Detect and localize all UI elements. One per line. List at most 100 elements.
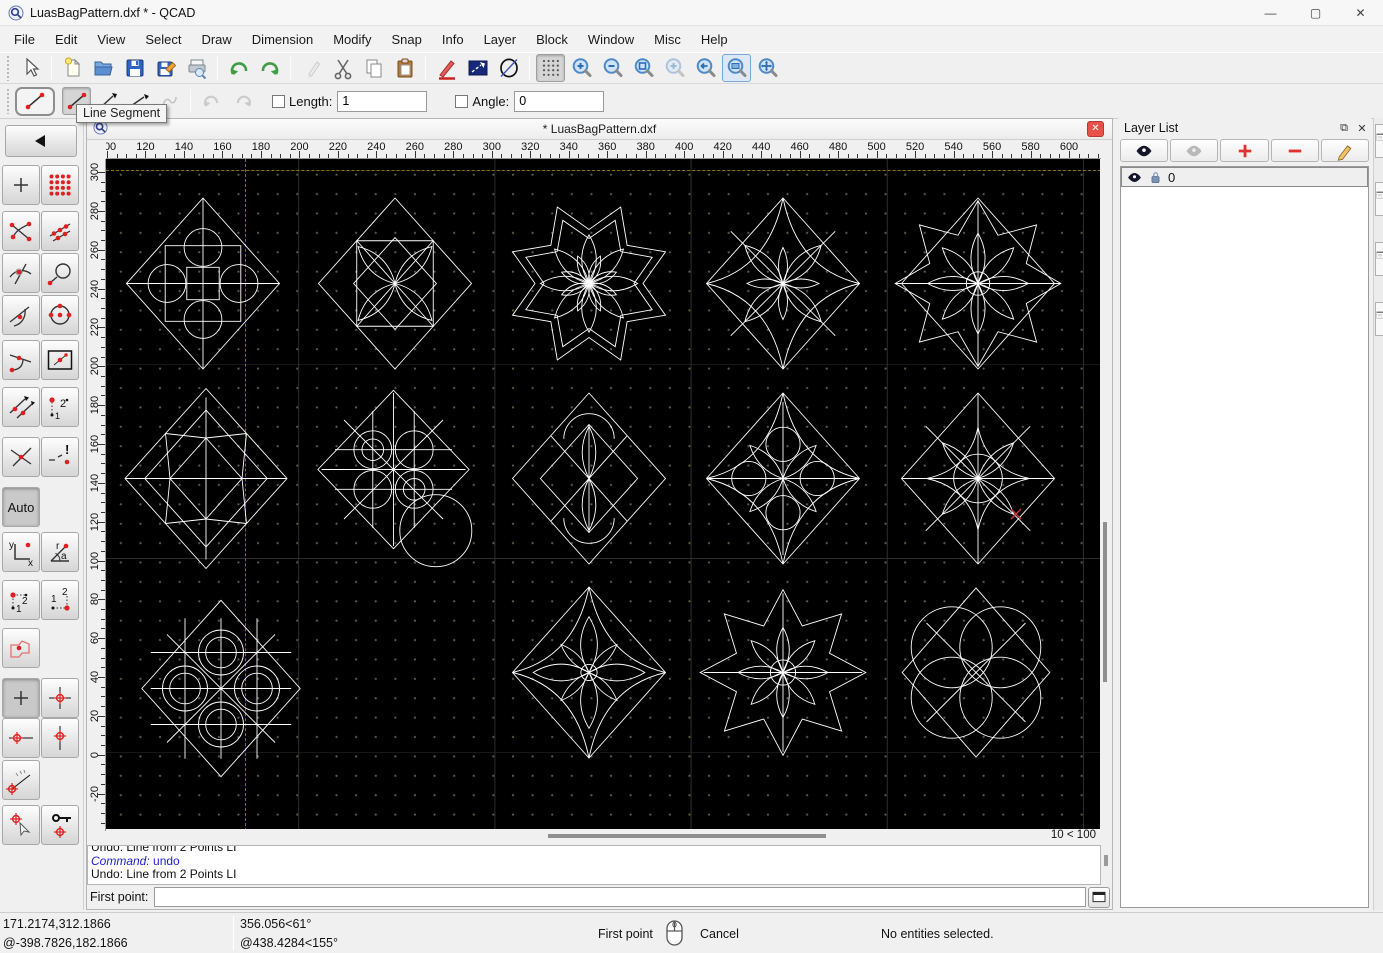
vertical-scrollbar[interactable] xyxy=(1100,159,1111,831)
open-file-button[interactable] xyxy=(89,54,118,82)
collapsed-dock-button-1[interactable] xyxy=(1375,124,1383,158)
restrict-angle-button[interactable] xyxy=(2,760,40,800)
set-relative-zero-button[interactable] xyxy=(2,805,40,845)
restrict-region-button[interactable] xyxy=(2,628,40,668)
menu-info[interactable]: Info xyxy=(432,28,474,51)
snap-tangent-button[interactable] xyxy=(2,295,40,335)
document-titlebar[interactable]: * LuasBagPattern.dxf ✕ xyxy=(87,119,1112,140)
menu-snap[interactable]: Snap xyxy=(382,28,432,51)
cut-button[interactable] xyxy=(328,54,357,82)
draw-color-button[interactable] xyxy=(432,54,461,82)
collapsed-dock-button-2[interactable] xyxy=(1375,182,1383,216)
h-ruler-tick xyxy=(280,154,282,158)
snap-endpoints-button[interactable] xyxy=(2,211,40,251)
snap-grid-button[interactable] xyxy=(41,165,79,205)
h-ruler-tick xyxy=(770,154,772,158)
snap-center-button[interactable] xyxy=(41,295,79,335)
close-button[interactable]: ✕ xyxy=(1338,0,1383,26)
collapsed-dock-button-3[interactable] xyxy=(1375,242,1383,276)
toolbar-grip[interactable] xyxy=(6,55,11,81)
menu-dimension[interactable]: Dimension xyxy=(242,28,323,51)
drawing-canvas[interactable] xyxy=(106,159,1101,831)
lineweight-button[interactable] xyxy=(463,54,492,82)
copy-button[interactable] xyxy=(359,54,388,82)
snap-auto-button[interactable]: Auto xyxy=(2,487,40,527)
zoom-previous-button[interactable] xyxy=(691,54,720,82)
paste-button[interactable] xyxy=(390,54,419,82)
snap-perpendicular-button[interactable] xyxy=(2,340,40,380)
snap-entity-button[interactable] xyxy=(41,253,79,293)
menu-layer[interactable]: Layer xyxy=(474,28,527,51)
save-as-button[interactable] xyxy=(151,54,180,82)
redo-button[interactable] xyxy=(255,54,284,82)
coordinate-polar-button[interactable]: ra xyxy=(41,532,79,572)
snap-intersection-manual-button[interactable]: ! xyxy=(41,437,79,477)
menu-window[interactable]: Window xyxy=(578,28,644,51)
menu-misc[interactable]: Misc xyxy=(644,28,691,51)
restrict-orthogonal-button[interactable] xyxy=(41,678,79,718)
zoom-window-button[interactable] xyxy=(722,54,751,82)
new-file-button[interactable] xyxy=(58,54,87,82)
zoom-pan-button[interactable] xyxy=(753,54,782,82)
restrict-horizontal-button[interactable] xyxy=(2,718,40,758)
save-button[interactable] xyxy=(120,54,149,82)
zoom-in-disabled-button[interactable] xyxy=(660,54,689,82)
snap-intersection-auto-button[interactable] xyxy=(2,437,40,477)
command-dock-toggle-icon[interactable] xyxy=(1088,886,1110,908)
snap-free-button[interactable] xyxy=(2,165,40,205)
show-all-layers-button[interactable] xyxy=(1120,139,1169,162)
hide-all-layers-button[interactable] xyxy=(1170,139,1219,162)
coordinate-relative-button[interactable]: 12 xyxy=(2,580,40,620)
document-close-icon[interactable]: ✕ xyxy=(1087,121,1104,137)
snap-distance-button[interactable]: 21 xyxy=(41,387,79,427)
linetype-ellipse-button[interactable] xyxy=(494,54,523,82)
add-layer-button[interactable] xyxy=(1220,139,1269,162)
coordinate-cartesian-button[interactable]: yx xyxy=(2,532,40,572)
float-panel-icon[interactable]: ⧉ xyxy=(1335,120,1353,136)
menu-modify[interactable]: Modify xyxy=(323,28,381,51)
maximize-button[interactable]: ▢ xyxy=(1293,0,1338,26)
length-checkbox[interactable] xyxy=(272,94,285,108)
toolbar-grip[interactable] xyxy=(6,88,11,114)
zoom-in-button[interactable] xyxy=(567,54,596,82)
command-history[interactable]: Undo: Line from 2 Points LI Command: undo… xyxy=(87,845,1101,885)
minimize-button[interactable]: — xyxy=(1248,0,1293,26)
lock-relative-zero-button[interactable] xyxy=(41,805,79,845)
zoom-out-button[interactable] xyxy=(598,54,627,82)
grid-toggle-button[interactable] xyxy=(536,54,565,82)
edit-pen-button[interactable] xyxy=(297,54,326,82)
snap-on-entity-button[interactable] xyxy=(41,211,79,251)
menu-edit[interactable]: Edit xyxy=(45,28,87,51)
restrict-vertical-button[interactable] xyxy=(41,718,79,758)
angle-input[interactable] xyxy=(514,90,605,112)
snap-intersection-button[interactable] xyxy=(2,253,40,293)
snap-reference-button[interactable] xyxy=(41,340,79,380)
menu-select[interactable]: Select xyxy=(135,28,191,51)
cursor-button[interactable] xyxy=(16,54,45,82)
layer-row-0[interactable]: 0 xyxy=(1121,167,1368,187)
seg-redo-button[interactable] xyxy=(228,87,257,115)
restrict-none-button[interactable] xyxy=(2,678,40,718)
undo-button[interactable] xyxy=(224,54,253,82)
length-input[interactable] xyxy=(337,90,428,112)
collapse-palette-button[interactable] xyxy=(5,125,77,157)
command-input[interactable] xyxy=(154,887,1086,907)
close-panel-icon[interactable]: ✕ xyxy=(1353,120,1371,136)
menu-draw[interactable]: Draw xyxy=(191,28,241,51)
command-history-scrollbar[interactable] xyxy=(1101,847,1111,883)
snap-parallel-button[interactable] xyxy=(2,387,40,427)
zoom-auto-button[interactable] xyxy=(629,54,658,82)
seg-undo-button[interactable] xyxy=(197,87,226,115)
menu-file[interactable]: File xyxy=(4,28,45,51)
coordinate-relative-polar-button[interactable]: 12 xyxy=(41,580,79,620)
menu-view[interactable]: View xyxy=(87,28,135,51)
menu-help[interactable]: Help xyxy=(691,28,738,51)
collapsed-dock-button-4[interactable] xyxy=(1375,302,1383,336)
remove-layer-button[interactable] xyxy=(1270,139,1319,162)
horizontal-scrollbar[interactable] xyxy=(106,829,1101,845)
print-preview-button[interactable] xyxy=(182,54,211,82)
menu-block[interactable]: Block xyxy=(526,28,578,51)
edit-layer-button[interactable] xyxy=(1320,139,1370,162)
angle-checkbox[interactable] xyxy=(455,94,469,108)
layer-list[interactable]: 0 xyxy=(1120,166,1369,908)
